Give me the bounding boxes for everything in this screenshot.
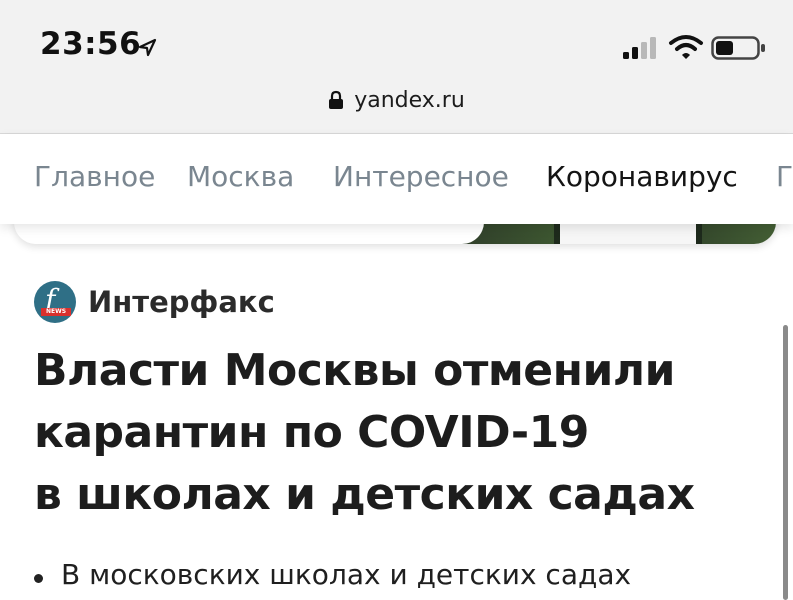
bullet-dot [34,574,43,583]
headline-line: в школах и детских садах [34,469,695,520]
news-category-tabs: Главное Москва Интересное Коронавирус Г [0,134,793,224]
browser-top-bar: 23:56 yandex.ru [0,0,793,134]
tab-moscow[interactable]: Москва [187,160,294,193]
scrollbar[interactable] [783,325,788,600]
article-bullet: В московских школах и детских садах [34,558,631,591]
tab-next-partial[interactable]: Г [776,160,793,193]
mobile-screen: 23:56 yandex.ru Главное Москва Интересно… [0,0,793,600]
lock-icon [329,90,344,109]
logo-badge: NEWS [41,308,71,316]
headline-line: Власти Москвы отменили [34,345,675,396]
article-headline[interactable]: Власти Москвы отменили карантин по COVID… [34,340,734,526]
interfax-logo: f NEWS [34,281,76,323]
location-arrow-icon [138,38,157,57]
address-bar[interactable]: yandex.ru [0,84,793,116]
wifi-icon [669,35,703,59]
headline-line: карантин по COVID-19 [34,407,589,458]
signal-icon [623,37,656,59]
article-source[interactable]: f NEWS Интерфакс [34,281,275,323]
url-text: yandex.ru [354,87,465,113]
battery-icon [711,36,765,60]
tab-main[interactable]: Главное [34,160,155,193]
bullet-text: В московских школах и детских садах [61,558,632,591]
tab-interesting[interactable]: Интересное [333,160,509,193]
tab-coronavirus[interactable]: Коронавирус [546,160,738,193]
source-name: Интерфакс [88,285,275,319]
status-time: 23:56 [40,26,142,62]
